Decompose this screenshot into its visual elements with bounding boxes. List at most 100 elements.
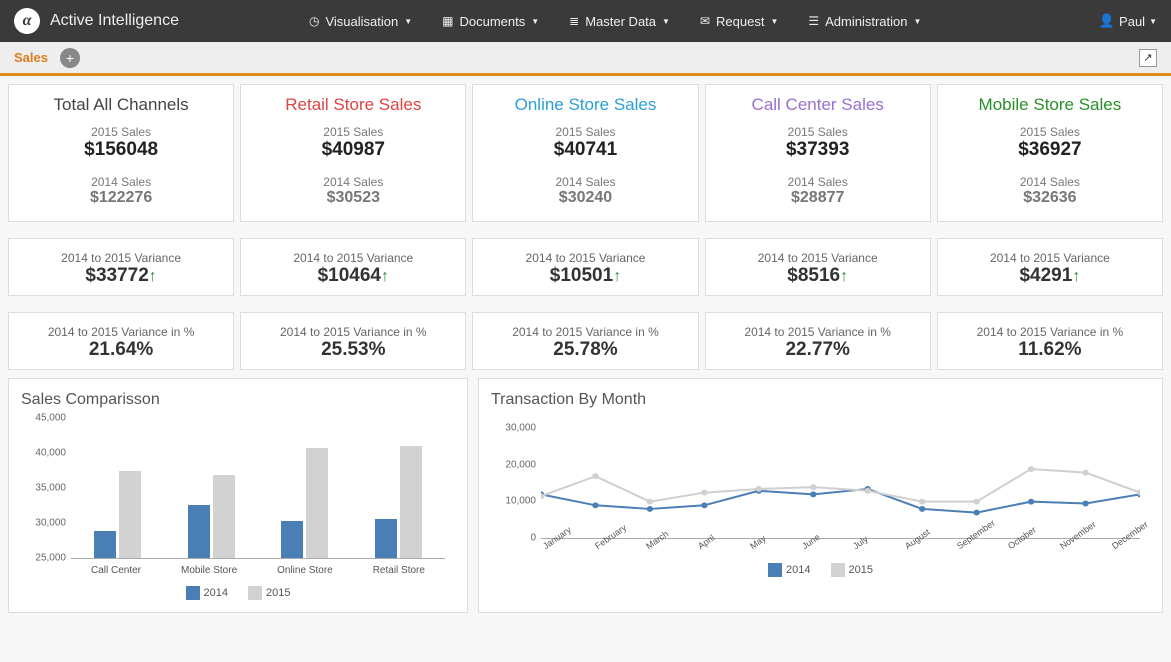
bar-group [88,471,148,558]
prev-metric-label: 2014 Sales [247,175,459,189]
legend-item-2014: 2014 [186,586,228,600]
bar [94,531,116,558]
variance-pct-value: 22.77% [712,339,924,361]
bar-group [368,446,428,558]
variance-value: $33772↑ [15,265,227,287]
caret-down-icon: ▼ [531,17,539,26]
arrow-up-icon: ↑ [840,268,848,285]
variance-card: 2014 to 2015 Variance$33772↑ [8,238,234,296]
kpi-card: Call Center Sales 2015 Sales$37393 2014 Sa… [705,84,931,222]
variance-card: 2014 to 2015 Variance$4291↑ [937,238,1163,296]
user-icon: 👤 [1099,13,1115,29]
nav-item-documents[interactable]: ▦Documents▼ [442,14,539,29]
variance-pct-value: 21.64% [15,339,227,361]
nav-item-visualisation[interactable]: ◷Visualisation▼ [309,14,412,29]
caret-down-icon: ▼ [770,17,778,26]
nav-icon: ✉ [700,14,710,28]
bar [213,475,235,558]
variance-value: $10501↑ [479,265,691,287]
variance-pct-value: 25.53% [247,339,459,361]
kpi-row-main: Total All Channels 2015 Sales $156048 2014 … [0,76,1171,230]
nav-icon: ◷ [309,14,319,28]
prev-metric-label: 2014 Sales [15,175,227,189]
subbar: Sales + ↗ [0,42,1171,76]
prev-metric-label: 2014 Sales [944,175,1156,189]
card-title: Call Center Sales [712,95,924,115]
kpi-row-variance: 2014 to 2015 Variance$33772↑2014 to 2015… [0,230,1171,304]
variance-label: 2014 to 2015 Variance [712,251,924,265]
expand-button[interactable]: ↗ [1139,49,1157,67]
metric-value: $37393 [712,139,924,161]
variance-value: $4291↑ [944,265,1156,287]
bar [375,519,397,558]
tab-sales[interactable]: Sales [14,50,48,65]
variance-pct-value: 25.78% [479,339,691,361]
chart-title: Transaction By Month [491,391,1150,409]
legend-item-2015: 2015 [248,586,290,600]
arrow-up-icon: ↑ [1072,268,1080,285]
bar-chart-xaxis: Call CenterMobile StoreOnline StoreRetai… [71,559,445,576]
legend-item-2014: 2014 [768,563,810,577]
topbar: α Active Intelligence ◷Visualisation▼▦Do… [0,0,1171,42]
metric-label: 2015 Sales [712,125,924,139]
charts-row: Sales Comparisson 25,00030,00035,00040,0… [0,378,1171,621]
variance-value: $10464↑ [247,265,459,287]
user-menu[interactable]: 👤 Paul ▼ [1099,13,1157,29]
variance-pct-value: 11.62% [944,339,1156,361]
variance-pct-card: 2014 to 2015 Variance in %21.64% [8,312,234,370]
nav-item-master-data[interactable]: ≣Master Data▼ [569,14,670,29]
arrow-up-icon: ↑ [381,268,389,285]
kpi-card: Total All Channels2015 Sales$1560482014 … [8,84,234,222]
nav: ◷Visualisation▼ ▦Documents▼ ≣Master Data▼ ✉… [309,14,921,29]
caret-down-icon: ▼ [914,17,922,26]
bar [400,446,422,558]
prev-metric-label: 2014 Sales [712,175,924,189]
bar [281,521,303,558]
metric-value: $36927 [944,139,1156,161]
card-title: Retail Store Sales [247,95,459,115]
metric-label: 2015 Sales [479,125,691,139]
metric-value: $156048 [15,139,227,161]
logo: α [14,8,40,34]
bar [119,471,141,558]
prev-metric-label: 2014 Sales [479,175,691,189]
card-title: Online Store Sales [479,95,691,115]
variance-pct-label: 2014 to 2015 Variance in % [15,325,227,339]
variance-pct-card: 2014 to 2015 Variance in %25.53% [240,312,466,370]
chart-legend: 2014 2015 [21,586,455,600]
variance-card: 2014 to 2015 Variance$10464↑ [240,238,466,296]
chart-transaction-by-month: Transaction By Month 010,00020,00030,000… [478,378,1163,613]
chart-sales-comparison: Sales Comparisson 25,00030,00035,00040,0… [8,378,468,613]
add-tab-button[interactable]: + [60,48,80,68]
metric-label: 2015 Sales [247,125,459,139]
card-title: Total All Channels [15,95,227,115]
metric-value: $40987 [247,139,459,161]
prev-metric-value: $30240 [479,189,691,207]
variance-label: 2014 to 2015 Variance [15,251,227,265]
nav-item-request[interactable]: ✉Request▼ [700,14,778,29]
legend-item-2015: 2015 [831,563,873,577]
bar-chart-area: 25,00030,00035,00040,00045,000 [71,419,445,559]
nav-icon: ▦ [442,14,453,28]
variance-pct-card: 2014 to 2015 Variance in %11.62% [937,312,1163,370]
prev-metric-value: $32636 [944,189,1156,207]
card-title: Mobile Store Sales [944,95,1156,115]
variance-pct-card: 2014 to 2015 Variance in %25.78% [472,312,698,370]
variance-value: $8516↑ [712,265,924,287]
variance-card: 2014 to 2015 Variance$8516↑ [705,238,931,296]
nav-icon: ≣ [569,14,579,28]
bar-group [181,475,241,558]
variance-pct-label: 2014 to 2015 Variance in % [712,325,924,339]
variance-pct-card: 2014 to 2015 Variance in %22.77% [705,312,931,370]
kpi-row-variance-pct: 2014 to 2015 Variance in %21.64%2014 to … [0,304,1171,378]
nav-item-administration[interactable]: ☰Administration▼ [808,14,921,29]
bar-group [275,448,335,558]
chart-legend: 2014 2015 [491,563,1150,577]
bar [188,505,210,558]
chart-title: Sales Comparisson [21,391,455,409]
metric-value: $40741 [479,139,691,161]
line-chart-xaxis: JanuaryFebruaryMarchAprilMayJuneJulyAugu… [541,539,1140,553]
variance-label: 2014 to 2015 Variance [479,251,691,265]
prev-metric-value: $28877 [712,189,924,207]
caret-down-icon: ▼ [662,17,670,26]
